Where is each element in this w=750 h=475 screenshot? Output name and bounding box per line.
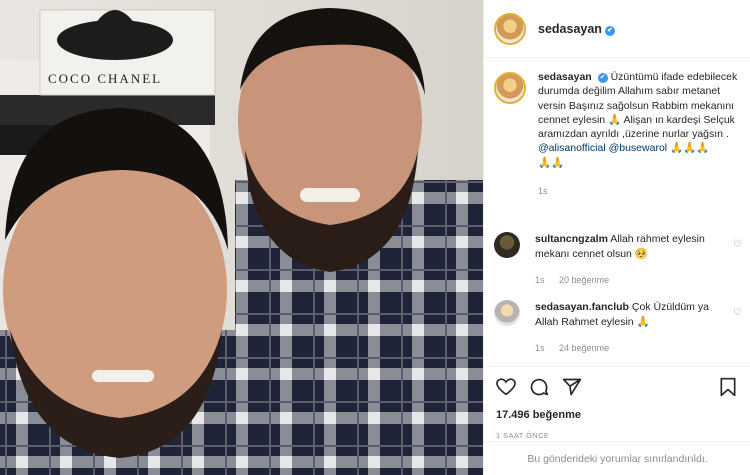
post-time[interactable]: 1 SAAT ÖNCE: [496, 431, 739, 440]
author-username[interactable]: sedasayan ✔: [538, 22, 615, 36]
comment-username[interactable]: sedasayan.fanclub: [535, 301, 629, 313]
comment-icon[interactable]: [529, 377, 549, 397]
post-sidebar: sedasayan ✔ sedasayan ✔ Üzüntümü ifade ed…: [483, 0, 750, 475]
comment: sedasayan.fanclub Çok Üzüldüm ya Allah R…: [494, 300, 742, 356]
commenter-avatar[interactable]: [494, 300, 520, 326]
share-icon[interactable]: [562, 377, 582, 397]
comments-restricted-notice: Bu gönderideki yorumlar sınırlandırıldı.: [484, 441, 750, 475]
mention-link[interactable]: @busewarol: [609, 142, 668, 154]
mention-link[interactable]: @alisanofficial: [538, 142, 606, 154]
author-username-text[interactable]: sedasayan: [538, 22, 602, 36]
action-icons: [496, 377, 739, 397]
caption-avatar[interactable]: [494, 72, 526, 104]
comment: sultancngzalm Allah rahmet eylesin mekan…: [494, 232, 742, 288]
heart-icon[interactable]: [496, 378, 516, 396]
comment-meta: 1s 24 beğenme: [535, 341, 715, 356]
author-avatar[interactable]: [494, 12, 526, 45]
photo-illustration: COCO CHANEL: [0, 0, 483, 475]
comment-likes[interactable]: 24 beğenme: [559, 343, 609, 353]
post-header: sedasayan ✔: [484, 0, 750, 58]
post-caption: sedasayan ✔ Üzüntümü ifade edebilecek du…: [494, 70, 742, 198]
like-count[interactable]: 17.496 beğenme: [496, 409, 739, 421]
comment-like-icon[interactable]: ♡: [733, 307, 742, 318]
comment-like-icon[interactable]: ♡: [733, 239, 742, 250]
comment-meta: 1s 20 beğenme: [535, 273, 715, 288]
comment-likes[interactable]: 20 beğenme: [559, 275, 609, 285]
verified-icon: ✔: [597, 73, 608, 83]
post-actions: 17.496 beğenme 1 SAAT ÖNCE: [484, 366, 750, 440]
book-title: COCO CHANEL: [48, 71, 162, 86]
comment-username[interactable]: sultancngzalm: [535, 233, 608, 245]
bookmark-icon[interactable]: [719, 377, 737, 397]
post-photo[interactable]: COCO CHANEL: [0, 0, 483, 475]
caption-emojis: 🙏🙏🙏: [667, 142, 710, 155]
verified-icon: ✔: [604, 25, 615, 36]
caption-emojis: 🙏🙏: [538, 156, 565, 169]
commenter-avatar[interactable]: [494, 232, 520, 258]
comment-time[interactable]: 1s: [535, 343, 545, 353]
caption-timestamp[interactable]: 1s: [538, 184, 742, 198]
comment-time[interactable]: 1s: [535, 275, 545, 285]
caption-username[interactable]: sedasayan: [538, 71, 592, 83]
